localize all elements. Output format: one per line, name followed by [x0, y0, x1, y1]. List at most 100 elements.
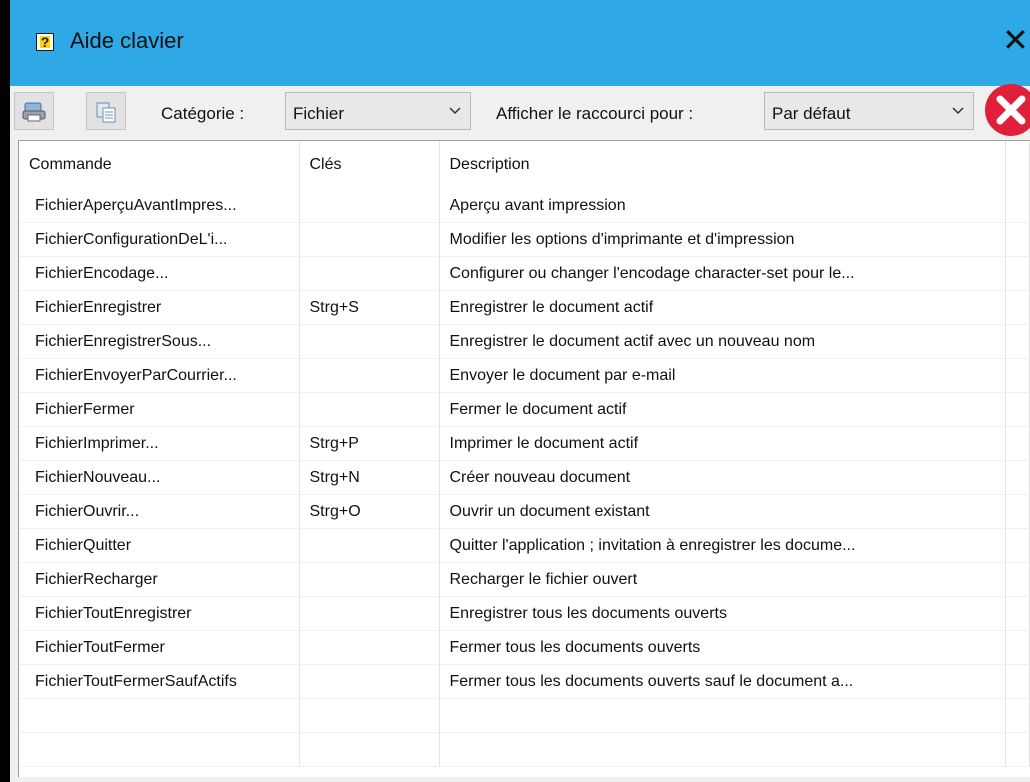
- description-cell: Quitter l'application ; invitation à enr…: [439, 528, 1006, 563]
- command-cell: [19, 732, 300, 767]
- table-row[interactable]: FichierToutFermer Fermer tous les documen…: [19, 630, 1030, 665]
- filler-cell: [1005, 290, 1030, 325]
- filler-cell: [1005, 222, 1030, 257]
- filler-cell: [1005, 562, 1030, 597]
- table-row[interactable]: FichierEnregistrerSous... Enregistrer le …: [19, 324, 1030, 359]
- window-title: Aide clavier: [70, 28, 184, 53]
- keys-cell: Strg+P: [299, 426, 440, 461]
- shortcut-value: Par défaut: [772, 104, 851, 123]
- filler-cell: [1005, 256, 1030, 291]
- table-row[interactable]: [19, 698, 1030, 733]
- command-cell: FichierNouveau...: [19, 460, 300, 495]
- command-cell: FichierQuitter: [19, 528, 300, 563]
- table-row[interactable]: [19, 732, 1030, 767]
- print-button[interactable]: [14, 92, 54, 130]
- description-cell: Fermer tous les documents ouverts sauf l…: [439, 664, 1006, 699]
- command-cell: FichierOuvrir...: [19, 494, 300, 529]
- filler-cell: [1005, 630, 1030, 665]
- category-label: Catégorie :: [161, 104, 245, 123]
- printer-icon: [22, 102, 46, 122]
- shortcut-label: Afficher le raccourci pour :: [496, 104, 694, 123]
- shortcut-select[interactable]: Par défaut: [764, 92, 974, 130]
- filler-cell: [1005, 664, 1030, 699]
- table-row[interactable]: FichierNouveau... Strg+N Créer nouveau doc…: [19, 460, 1030, 495]
- description-cell: Envoyer le document par e-mail: [439, 358, 1006, 393]
- title-bar: ? Aide clavier ✕: [10, 0, 1030, 86]
- command-cell: FichierConfigurationDeL'i...: [19, 222, 300, 257]
- keys-cell: [299, 189, 440, 223]
- table-row[interactable]: FichierEnregistrer Strg+S Enregistrer le d…: [19, 290, 1030, 325]
- category-value: Fichier: [293, 104, 345, 123]
- table-row[interactable]: FichierAperçuAvantImpres... Aperçu avant …: [19, 189, 1030, 223]
- stop-close-button[interactable]: [982, 80, 1030, 136]
- help-icon: ?: [36, 33, 54, 51]
- table-row[interactable]: FichierEnvoyerParCourrier... Envoyer le d…: [19, 358, 1030, 393]
- description-cell: Fermer tous les documents ouverts: [439, 630, 1006, 665]
- table-row[interactable]: FichierConfigurationDeL'i... Modifier les…: [19, 222, 1030, 257]
- stop-close-icon: [985, 84, 1030, 136]
- keys-cell: [299, 256, 440, 291]
- command-cell: FichierToutFermerSaufActifs: [19, 664, 300, 699]
- command-cell: FichierEnregistrerSous...: [19, 324, 300, 359]
- description-cell: Aperçu avant impression: [439, 189, 1006, 223]
- description-cell: Enregistrer tous les documents ouverts: [439, 596, 1006, 631]
- command-cell: FichierEnregistrer: [19, 290, 300, 325]
- filler-cell: [1005, 189, 1030, 223]
- keys-cell: Strg+N: [299, 460, 440, 495]
- copy-icon: [96, 102, 116, 123]
- filler-cell: [1005, 596, 1030, 631]
- filler-cell: [1005, 698, 1030, 733]
- description-cell: Enregistrer le document actif: [439, 290, 1006, 325]
- column-header-command[interactable]: Commande: [19, 141, 300, 189]
- category-select[interactable]: Fichier: [285, 92, 471, 130]
- command-cell: FichierEncodage...: [19, 256, 300, 291]
- description-cell: Enregistrer le document actif avec un no…: [439, 324, 1006, 359]
- table-row[interactable]: FichierFermer Fermer le document actif: [19, 392, 1030, 427]
- keyboard-help-window: ? Aide clavier ✕ Catégorie : Fichier Aff…: [10, 0, 1030, 782]
- close-window-button[interactable]: ✕: [1002, 22, 1029, 58]
- copy-button[interactable]: [86, 92, 126, 130]
- column-header-description[interactable]: Description: [439, 141, 1006, 189]
- keys-cell: [299, 222, 440, 257]
- table-row[interactable]: FichierOuvrir... Strg+O Ouvrir un document…: [19, 494, 1030, 529]
- table-row[interactable]: FichierToutFermerSaufActifs Fermer tous l…: [19, 664, 1030, 699]
- description-cell: Imprimer le document actif: [439, 426, 1006, 461]
- keys-cell: [299, 324, 440, 359]
- keys-cell: [299, 358, 440, 393]
- command-cell: FichierEnvoyerParCourrier...: [19, 358, 300, 393]
- table-row[interactable]: FichierEncodage... Configurer ou changer …: [19, 256, 1030, 291]
- column-header-filler: [1005, 141, 1030, 189]
- description-cell: Configurer ou changer l'encodage charact…: [439, 256, 1006, 291]
- keys-cell: [299, 392, 440, 427]
- table-row[interactable]: FichierQuitter Quitter l'application ; in…: [19, 528, 1030, 563]
- column-header-keys[interactable]: Clés: [299, 141, 440, 189]
- keys-cell: [299, 664, 440, 699]
- filler-cell: [1005, 358, 1030, 393]
- chevron-down-icon: [952, 107, 964, 115]
- keys-cell: Strg+S: [299, 290, 440, 325]
- keys-cell: [299, 630, 440, 665]
- command-cell: FichierFermer: [19, 392, 300, 427]
- chevron-down-icon: [449, 107, 461, 115]
- filler-cell: [1005, 732, 1030, 767]
- table-row[interactable]: FichierRecharger Recharger le fichier ouv…: [19, 562, 1030, 597]
- toolbar: Catégorie : Fichier Afficher le raccourc…: [10, 86, 1030, 138]
- keys-cell: Strg+O: [299, 494, 440, 529]
- table-row[interactable]: FichierToutEnregistrer Enregistrer tous l…: [19, 596, 1030, 631]
- keys-cell: [299, 562, 440, 597]
- keys-cell: [299, 528, 440, 563]
- description-cell: Ouvrir un document existant: [439, 494, 1006, 529]
- command-cell: FichierAperçuAvantImpres...: [19, 189, 300, 223]
- filler-cell: [1005, 392, 1030, 427]
- filler-cell: [1005, 324, 1030, 359]
- description-cell: Recharger le fichier ouvert: [439, 562, 1006, 597]
- command-cell: FichierToutFermer: [19, 630, 300, 665]
- table-header-row: Commande Clés Description: [19, 141, 1030, 189]
- description-cell: [439, 698, 1006, 733]
- command-cell: FichierImprimer...: [19, 426, 300, 461]
- filler-cell: [1005, 460, 1030, 495]
- table-row[interactable]: FichierImprimer... Strg+P Imprimer le docu…: [19, 426, 1030, 461]
- command-cell: [19, 698, 300, 733]
- keys-cell: [299, 732, 440, 767]
- description-cell: Fermer le document actif: [439, 392, 1006, 427]
